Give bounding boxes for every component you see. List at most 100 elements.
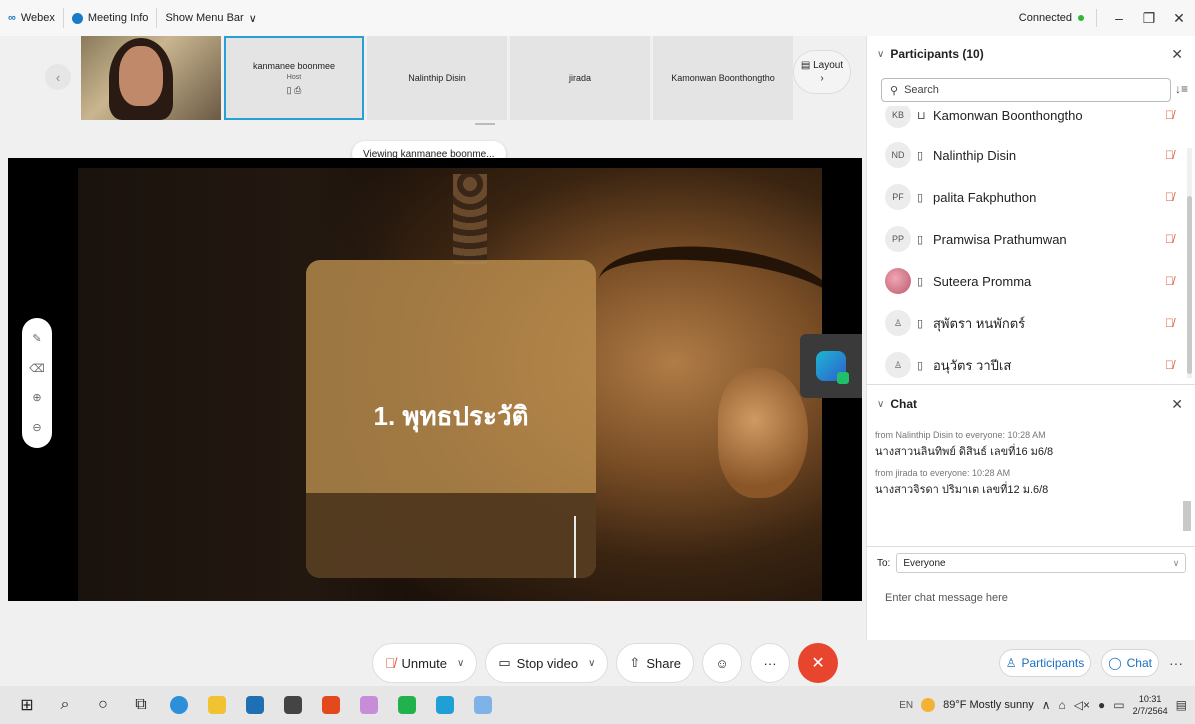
close-window-icon[interactable]: ✕ bbox=[1171, 10, 1187, 27]
device-icon: ▯ bbox=[917, 359, 924, 372]
notification-icon[interactable]: ▤ bbox=[1176, 698, 1187, 712]
close-participants-icon[interactable]: ✕ bbox=[1171, 46, 1183, 63]
thumbnail-name: kanmanee boonmee bbox=[252, 60, 336, 71]
store-icon[interactable] bbox=[274, 686, 312, 724]
leave-meeting-button[interactable]: ✕ bbox=[798, 643, 839, 683]
share-label: Share bbox=[646, 655, 682, 671]
battery-icon[interactable]: ▭ bbox=[1113, 698, 1124, 712]
weather-sun-icon bbox=[921, 698, 936, 712]
show-menu-bar-button[interactable]: Show Menu Bar ∨ bbox=[157, 8, 264, 28]
chat-toggle-button[interactable]: ◯ Chat bbox=[1101, 649, 1159, 677]
sort-icon[interactable]: ↓≡ bbox=[1175, 82, 1188, 96]
self-video-thumbnail[interactable] bbox=[81, 36, 221, 120]
office-icon[interactable] bbox=[312, 686, 350, 724]
divider bbox=[867, 384, 1195, 385]
mic-muted-icon: ℊ̸ bbox=[1165, 274, 1174, 288]
restore-icon[interactable]: ❐ bbox=[1141, 10, 1157, 27]
thumbnail-host[interactable]: kanmanee boonmee Host ▯ ⎙ bbox=[224, 36, 364, 120]
webex-share-badge[interactable] bbox=[800, 334, 862, 398]
minimize-icon[interactable]: – bbox=[1111, 10, 1127, 26]
mic-muted-icon: ℊ̸ bbox=[1165, 148, 1174, 162]
thumbnail-participant[interactable]: Nalinthip Disin bbox=[367, 36, 507, 120]
thumbnail-participant[interactable]: jirada bbox=[510, 36, 650, 120]
chat-scrollbar-thumb[interactable] bbox=[1183, 501, 1191, 531]
line-app-icon[interactable] bbox=[388, 686, 426, 724]
network-icon[interactable]: ⌂ bbox=[1059, 698, 1066, 712]
chat-message-input[interactable]: Enter chat message here bbox=[885, 592, 1008, 604]
participant-search-input[interactable]: ⚲ Search bbox=[881, 78, 1171, 102]
thumbnail-participant[interactable]: Kamonwan Boonthongtho bbox=[653, 36, 793, 120]
avatar bbox=[885, 268, 911, 294]
eraser-icon[interactable]: ⌫ bbox=[29, 362, 45, 375]
chevron-down-icon[interactable]: ∨ bbox=[877, 399, 884, 410]
weather-text[interactable]: 89°F Mostly sunny bbox=[943, 699, 1034, 711]
search-icon[interactable]: ⌕ bbox=[46, 686, 84, 724]
chat-bubble-icon: ◯ bbox=[1108, 656, 1122, 670]
participant-row[interactable]: PP ▯ Pramwisa Prathumwan ℊ̸ bbox=[867, 218, 1185, 260]
default-avatar-icon: ♙ bbox=[885, 352, 911, 378]
share-icon: ⇧ bbox=[629, 655, 641, 670]
participant-name: Pramwisa Prathumwan bbox=[933, 231, 1067, 247]
participant-scrollbar-thumb[interactable] bbox=[1187, 196, 1192, 374]
recipient-value: Everyone bbox=[903, 557, 946, 569]
participants-toggle-button[interactable]: ♙ Participants bbox=[998, 649, 1092, 677]
close-chat-icon[interactable]: ✕ bbox=[1171, 396, 1183, 413]
windows-start-icon[interactable]: ⊞ bbox=[8, 686, 46, 724]
layout-text: Layout bbox=[813, 60, 844, 71]
chevron-up-icon[interactable]: ∧ bbox=[1042, 698, 1051, 712]
participant-name: อนุวัตร วาปีเส bbox=[933, 357, 1012, 373]
snip-tool-icon[interactable] bbox=[350, 686, 388, 724]
video-camera-icon: ▭ bbox=[498, 655, 511, 670]
connection-status: Connected bbox=[1019, 9, 1097, 27]
more-options-button[interactable]: ··· bbox=[750, 643, 791, 683]
device-icon: ▯ bbox=[917, 191, 924, 204]
stop-video-button[interactable]: ▭ Stop video ∨ bbox=[485, 643, 609, 683]
reactions-button[interactable]: ☺ bbox=[702, 643, 743, 683]
webex-taskbar-icon[interactable] bbox=[426, 686, 464, 724]
volume-icon[interactable]: ◁× bbox=[1074, 698, 1090, 712]
search-icon: ⚲ bbox=[890, 84, 899, 97]
thumbnail-resize-handle[interactable] bbox=[475, 123, 495, 125]
task-view-icon[interactable]: ⧉ bbox=[122, 686, 160, 724]
chevron-down-icon[interactable]: ∨ bbox=[588, 658, 595, 669]
zoom-in-icon[interactable]: ⊕ bbox=[32, 391, 41, 404]
file-explorer-icon[interactable] bbox=[198, 686, 236, 724]
chat-header[interactable]: ∨ Chat ✕ bbox=[867, 386, 1195, 422]
annotate-pen-icon[interactable]: ✎ bbox=[32, 332, 41, 345]
close-icon: ✕ bbox=[811, 655, 825, 672]
slide-buddha-nose bbox=[718, 368, 808, 498]
participants-header[interactable]: ∨ Participants (10) ✕ bbox=[867, 36, 1195, 72]
participant-row[interactable]: PF ▯ palita Fakphuthon ℊ̸ bbox=[867, 176, 1185, 218]
participant-row[interactable]: ▯ Suteera Promma ℊ̸ bbox=[867, 260, 1185, 302]
device-icon: ⊔ bbox=[917, 109, 926, 122]
thumbnail-prev-button[interactable]: ‹ bbox=[45, 64, 71, 90]
participant-row[interactable]: ♙ ▯ สุพัตรา หนพักตร์ ℊ̸ bbox=[867, 302, 1185, 344]
layout-button[interactable]: ▤ Layout › bbox=[793, 50, 851, 94]
device-icon: ▯ bbox=[917, 149, 924, 162]
participant-row[interactable]: ND ▯ Nalinthip Disin ℊ̸ bbox=[867, 134, 1185, 176]
participant-name: Kamonwan Boonthongtho bbox=[933, 107, 1083, 123]
chevron-down-icon: ∨ bbox=[1172, 557, 1180, 568]
paint-icon[interactable] bbox=[464, 686, 502, 724]
mic-icon[interactable]: ● bbox=[1098, 698, 1105, 712]
cortana-icon[interactable]: ○ bbox=[84, 686, 122, 724]
mic-muted-icon: ℊ̸ bbox=[1165, 316, 1174, 330]
chevron-down-icon[interactable]: ∨ bbox=[877, 49, 884, 60]
meeting-info-button[interactable]: Meeting Info bbox=[64, 8, 158, 28]
zoom-out-icon[interactable]: ⊖ bbox=[32, 421, 41, 434]
edge-browser-icon[interactable] bbox=[160, 686, 198, 724]
share-button[interactable]: ⇧ Share bbox=[616, 643, 695, 683]
taskbar-clock[interactable]: 10:31 2/7/2564 bbox=[1133, 693, 1168, 717]
participant-row[interactable]: KB ⊔ Kamonwan Boonthongtho ℊ̸ bbox=[867, 106, 1185, 136]
mic-muted-icon: ℊ̸ bbox=[1165, 190, 1174, 204]
slide-card-footer bbox=[306, 493, 596, 578]
unmute-button[interactable]: 🎙̸ Unmute ∨ bbox=[372, 643, 478, 683]
more-icon[interactable]: ··· bbox=[1169, 655, 1183, 671]
recipient-select[interactable]: Everyone ∨ bbox=[896, 553, 1187, 573]
language-indicator[interactable]: EN bbox=[899, 700, 913, 711]
chat-scrollbar[interactable] bbox=[1181, 426, 1191, 546]
webex-app-menu[interactable]: ∞ Webex bbox=[0, 8, 64, 28]
chevron-down-icon[interactable]: ∨ bbox=[457, 658, 464, 669]
participant-row[interactable]: ♙ ▯ อนุวัตร วาปีเส ℊ̸ bbox=[867, 344, 1185, 384]
mail-icon[interactable] bbox=[236, 686, 274, 724]
